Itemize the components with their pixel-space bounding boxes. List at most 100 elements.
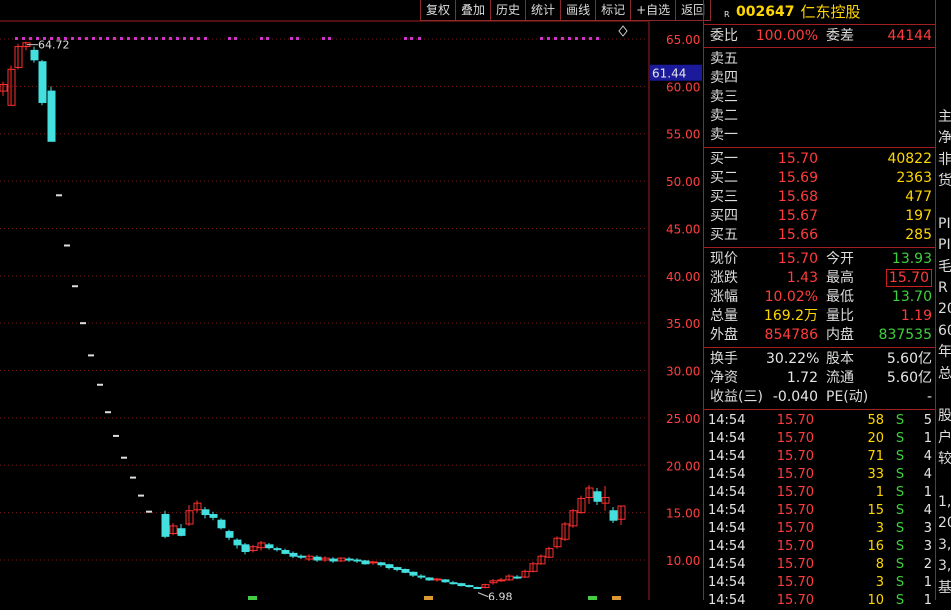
tick-row[interactable]: 14:54 15.70 3 S 3 (704, 520, 936, 538)
buy-level-5[interactable]: 买五 15.66 285 (704, 226, 936, 245)
candle-down (377, 562, 386, 566)
buy-vol: 2363 (896, 170, 932, 186)
suspension-marker (190, 37, 193, 40)
sell-level-5[interactable]: 卖五 (704, 50, 936, 69)
buy-vol: 285 (905, 227, 932, 243)
fundamentals: 换手 30.22% 股本 5.60亿 净资 1.72 流通 5.60亿 收益(三) -0.040 P… (704, 348, 936, 407)
candle-up (433, 578, 442, 581)
toolbar-draw-button[interactable]: 画线 (561, 0, 597, 21)
candle-down (177, 528, 186, 536)
suspension-marker (29, 37, 32, 40)
suspension-marker (296, 37, 299, 40)
edge-label: 60 (938, 322, 951, 339)
candle-down (265, 544, 274, 549)
tick-side: S (895, 521, 905, 536)
fund-label: PE(动) (826, 389, 869, 405)
price-axis-label: 45.00 (666, 222, 700, 236)
tick-row[interactable]: 14:54 15.70 3 S 1 (704, 574, 936, 592)
edge-label: 3, (938, 558, 951, 575)
tick-count: 1 (923, 593, 932, 608)
tick-list[interactable]: 14:54 15.70 58 S 5 14:54 15.70 20 S 1 14:54 15.70 71… (704, 410, 936, 610)
tick-row[interactable]: 14:54 15.70 20 S 1 (704, 430, 936, 448)
fund-value: 1.72 (786, 370, 818, 386)
suspension-marker (155, 37, 158, 40)
candle-down (353, 559, 362, 562)
edge-label: PI (938, 237, 951, 254)
edge-label: 较 (938, 451, 951, 468)
fundamental-row: 净资 1.72 流通 5.60亿 (704, 369, 936, 388)
limit-down-dash (138, 494, 144, 497)
toolbar-mark-button[interactable]: 标记 (596, 0, 632, 21)
edge-label (936, 21, 951, 42)
tick-price: 15.70 (776, 503, 814, 518)
tick-price: 15.70 (776, 467, 814, 482)
buy-level-1[interactable]: 买一 15.70 40822 (704, 150, 936, 169)
fund-label: 净资 (710, 370, 738, 386)
sell-level-2[interactable]: 卖二 (704, 107, 936, 126)
tick-time: 14:54 (708, 449, 746, 464)
candle-down (201, 509, 210, 516)
candle-down (441, 579, 450, 583)
suspension-marker (162, 37, 165, 40)
tick-row[interactable]: 14:54 15.70 71 S 4 (704, 448, 936, 466)
toolbar-overlay-button[interactable]: 叠加 (456, 0, 492, 21)
sell-label: 卖三 (710, 89, 738, 105)
fund-value: - (926, 389, 932, 405)
buy-level-2[interactable]: 买二 15.69 2363 (704, 169, 936, 188)
candle-down (409, 571, 418, 576)
candle-down (281, 550, 290, 554)
stat-row: 现价 15.70 今开 13.93 (704, 250, 936, 269)
candle-down (401, 568, 410, 573)
suspension-marker (141, 37, 144, 40)
suspension-marker (106, 37, 109, 40)
tick-row[interactable]: 14:54 15.70 8 S 2 (704, 556, 936, 574)
candle-down (449, 582, 458, 585)
sell-price (748, 50, 818, 69)
edge-label: 总 (938, 365, 951, 382)
stat-label: 内盘 (826, 327, 854, 343)
toolbar-fuquan-button[interactable]: 复权 (421, 0, 457, 21)
stock-header[interactable]: R 002647 仁东控股 (704, 0, 936, 24)
event-marker (588, 596, 597, 600)
tick-side: S (895, 557, 905, 572)
tick-price: 15.70 (776, 539, 814, 554)
toolbar-stats-button[interactable]: 统计 (526, 0, 562, 21)
limit-down-dash (72, 285, 78, 288)
sell-level-4[interactable]: 卖四 (704, 69, 936, 88)
tick-row[interactable]: 14:54 15.70 33 S 4 (704, 466, 936, 484)
sell-level-3[interactable]: 卖三 (704, 88, 936, 107)
event-marker (612, 596, 621, 600)
tick-row[interactable]: 14:54 15.70 58 S 5 (704, 412, 936, 430)
tick-row[interactable]: 14:54 15.70 10 S 1 (704, 592, 936, 610)
buy-level-3[interactable]: 买三 15.68 477 (704, 188, 936, 207)
suspension-marker (85, 37, 88, 40)
price-axis-label: 10.00 (666, 554, 700, 568)
tick-row[interactable]: 14:54 15.70 16 S 3 (704, 538, 936, 556)
tick-row[interactable]: 14:54 15.70 15 S 4 (704, 502, 936, 520)
toolbar-history-button[interactable]: 历史 (491, 0, 527, 21)
tick-volume: 10 (867, 593, 884, 608)
kline-chart[interactable]: 65.00 60.00 55.00 50.00 45.00 40.00 35.00 30.00… (0, 0, 712, 604)
fundamental-row: 收益(三) -0.040 PE(动) - (704, 388, 936, 407)
tick-volume: 20 (867, 431, 884, 446)
sell-level-1[interactable]: 卖一 (704, 126, 936, 145)
candle-down (473, 586, 482, 589)
edge-label (936, 86, 951, 107)
stat-value: 854786 (764, 327, 818, 343)
buy-price: 15.67 (777, 208, 818, 224)
buy-level-4[interactable]: 买四 15.67 197 (704, 207, 936, 226)
buy-book: 买一 15.70 40822 买二 15.69 2363 买三 15.68 477 买四 15… (704, 148, 936, 245)
tick-row[interactable]: 14:54 15.70 1 S 1 (704, 484, 936, 502)
sell-label: 卖五 (710, 51, 738, 67)
candle-down (417, 575, 426, 578)
price-axis-label: 40.00 (666, 270, 700, 284)
candle-down (385, 564, 394, 569)
chart-toolbar: 复权 叠加 历史 统计 画线 标记 +自选 返回 (420, 0, 712, 21)
kline-svg[interactable]: 65.00 60.00 55.00 50.00 45.00 40.00 35.00 30.00… (0, 0, 702, 604)
buy-label: 买四 (710, 208, 738, 224)
limit-down-dash (113, 434, 119, 437)
suspension-marker (113, 37, 116, 40)
price-axis-label: 55.00 (666, 128, 700, 142)
toolbar-add-watchlist-button[interactable]: +自选 (631, 0, 677, 21)
sell-vol (818, 107, 932, 126)
